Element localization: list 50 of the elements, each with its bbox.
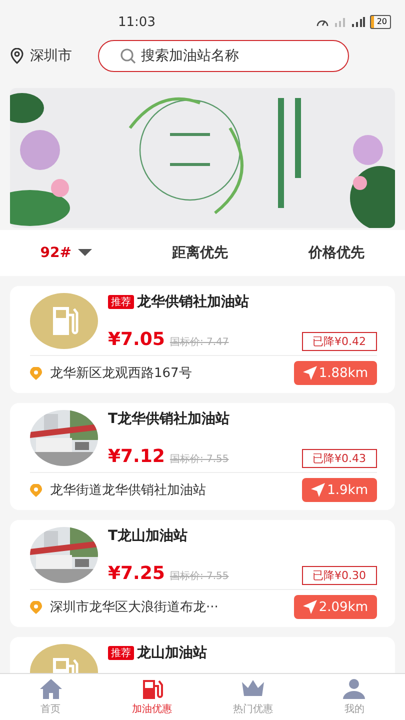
price: ¥7.25 <box>108 563 165 584</box>
tab-item[interactable]: 首页 <box>0 674 102 720</box>
discount-tag: 已降¥0.43 <box>302 449 377 468</box>
fuel-pump-icon <box>30 293 98 349</box>
station-card[interactable]: 推荐 龙华供销社加油站 ¥7.05 国标价: 7.47 已降¥0.42 龙华新区龙观西路167号 1.88km <box>10 286 395 393</box>
sort-option[interactable]: 距离优先 <box>172 244 228 262</box>
signal-icon <box>334 17 346 27</box>
search-icon <box>120 48 136 64</box>
signal-icon <box>350 17 365 27</box>
city-label[interactable]: 深圳市 <box>30 47 72 65</box>
fuel-type-dropdown[interactable]: 92# <box>40 245 92 261</box>
recommend-tag: 推荐 <box>108 295 134 309</box>
tab-item[interactable]: 热门优惠 <box>202 674 304 720</box>
price: ¥7.05 <box>108 329 165 350</box>
sort-option[interactable]: 价格优先 <box>308 244 365 262</box>
station-name: T龙山加油站 <box>108 527 188 545</box>
price: ¥7.12 <box>108 446 165 467</box>
search-field[interactable]: 搜索加油站名称 <box>98 40 349 72</box>
discount-tag: 已降¥0.42 <box>302 332 377 351</box>
status-time: 11:03 <box>118 14 156 30</box>
send-icon <box>311 483 326 497</box>
navigate-button[interactable]: 1.88km <box>294 361 377 385</box>
home-icon <box>38 678 63 700</box>
location-icon <box>10 48 24 64</box>
recommend-tag: 推荐 <box>108 646 134 660</box>
location-pin-icon <box>30 600 42 614</box>
tab-item[interactable]: 加油优惠 <box>101 674 202 720</box>
station-address: 龙华新区龙观西路167号 <box>50 365 193 382</box>
station-card[interactable]: T龙山加油站 ¥7.25 国标价: 7.55 已降¥0.30 深圳市龙华区大浪街道布龙··· 2.09km <box>10 520 395 627</box>
user-icon <box>342 678 366 700</box>
station-name: T龙华供销社加油站 <box>108 410 230 428</box>
battery-indicator: 20 <box>370 15 391 29</box>
send-icon <box>302 366 317 380</box>
navigate-button[interactable]: 2.09km <box>294 595 377 619</box>
caret-icon <box>78 249 92 257</box>
station-card[interactable]: T龙华供销社加油站 ¥7.12 国标价: 7.55 已降¥0.43 龙华街道龙华供销社加油站 1.9km <box>10 403 395 510</box>
station-name: 龙华供销社加油站 <box>137 293 249 311</box>
station-card[interactable]: 推荐 龙山加油站 <box>10 637 395 673</box>
send-icon <box>302 600 317 614</box>
list-price: 国标价: 7.47 <box>170 336 229 349</box>
station-address: 龙华街道龙华供销社加油站 <box>50 482 207 499</box>
discount-tag: 已降¥0.30 <box>302 566 377 585</box>
station-name: 龙山加油站 <box>137 644 207 662</box>
tab-item[interactable]: 我的 <box>304 674 405 720</box>
list-price: 国标价: 7.55 <box>170 452 229 466</box>
station-address: 深圳市龙华区大浪街道布龙··· <box>50 599 220 616</box>
list-price: 国标价: 7.55 <box>170 570 229 583</box>
location-pin-icon <box>30 484 42 496</box>
location-pin-icon <box>30 366 42 380</box>
navigate-button[interactable]: 1.9km <box>302 478 377 502</box>
